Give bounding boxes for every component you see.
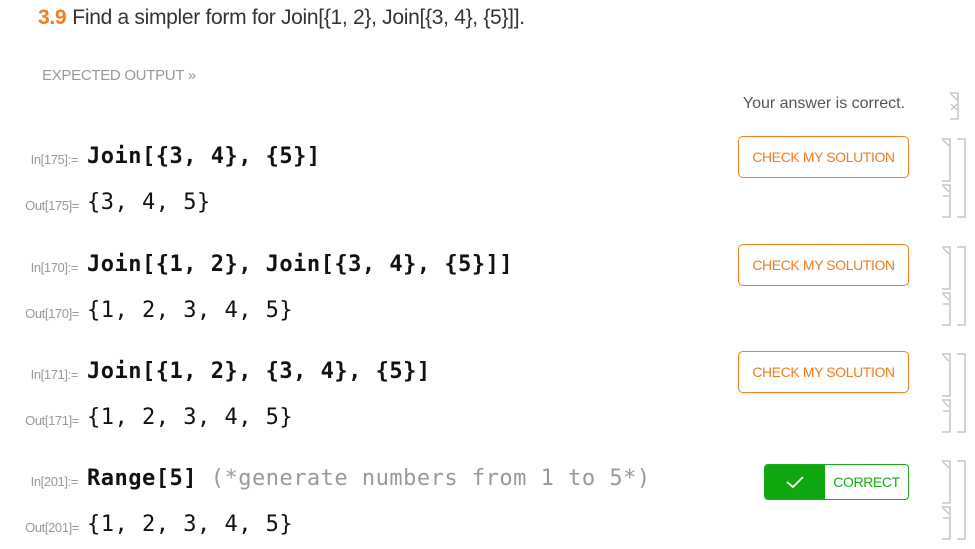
input-label: In[175]:=	[30, 152, 79, 167]
input-code[interactable]: Join[{3, 4}, {5}]	[87, 144, 321, 169]
check-my-solution-button[interactable]: CHECK MY SOLUTION	[738, 351, 909, 393]
checkmark-icon	[765, 465, 825, 499]
input-code[interactable]: Range[5] (*generate numbers from 1 to 5*…	[87, 466, 651, 491]
output-value: {1, 2, 3, 4, 5}	[87, 512, 294, 537]
input-cell-bracket[interactable]	[940, 353, 952, 397]
input-code[interactable]: Join[{1, 2}, {3, 4}, {5}]	[87, 359, 431, 384]
close-cell-icon[interactable]	[948, 92, 960, 120]
input-label: In[170]:=	[30, 260, 79, 275]
input-cell-bracket[interactable]	[940, 246, 952, 290]
input-expression: Join[{3, 4}, {5}]	[87, 144, 321, 169]
check-my-solution-button[interactable]: CHECK MY SOLUTION	[738, 136, 909, 178]
correct-badge-button[interactable]: CORRECT	[764, 464, 909, 500]
input-label: In[201]:=	[30, 474, 79, 489]
group-cell-bracket[interactable]	[955, 246, 967, 326]
notebook-cell: In[175]:= Join[{3, 4}, {5}] Out[175]= {3…	[0, 134, 975, 224]
output-value: {1, 2, 3, 4, 5}	[87, 298, 294, 323]
expected-output-link[interactable]: EXPECTED OUTPUT »	[42, 67, 196, 84]
output-label: Out[170]=	[25, 306, 79, 321]
group-cell-bracket[interactable]	[955, 138, 967, 218]
exercise-title: 3.9 Find a simpler form for Join[{1, 2}, …	[38, 6, 525, 30]
output-value: {1, 2, 3, 4, 5}	[87, 405, 294, 430]
status-message: Your answer is correct.	[742, 95, 905, 112]
notebook-cell: In[201]:= Range[5] (*generate numbers fr…	[0, 456, 975, 546]
input-label: In[171]:=	[30, 367, 79, 382]
notebook-cell: In[171]:= Join[{1, 2}, {3, 4}, {5}] Out[…	[0, 349, 975, 439]
input-cell-bracket[interactable]	[940, 460, 952, 504]
output-cell-bracket[interactable]	[940, 399, 952, 433]
input-code[interactable]: Join[{1, 2}, Join[{3, 4}, {5}]]	[87, 252, 513, 277]
output-cell-bracket[interactable]	[940, 292, 952, 326]
input-comment: (*generate numbers from 1 to 5*)	[210, 466, 651, 491]
output-label: Out[171]=	[25, 413, 79, 428]
correct-label: CORRECT	[833, 474, 900, 490]
notebook-cell: In[170]:= Join[{1, 2}, Join[{3, 4}, {5}]…	[0, 242, 975, 332]
group-cell-bracket[interactable]	[955, 353, 967, 433]
input-expression: Range[5]	[87, 466, 211, 491]
input-cell-bracket[interactable]	[940, 138, 952, 182]
group-cell-bracket[interactable]	[955, 460, 967, 540]
output-label: Out[201]=	[25, 520, 79, 535]
output-label: Out[175]=	[25, 198, 79, 213]
output-cell-bracket[interactable]	[940, 184, 952, 218]
output-cell-bracket[interactable]	[940, 506, 952, 540]
input-expression: Join[{1, 2}, Join[{3, 4}, {5}]]	[87, 252, 514, 277]
input-expression: Join[{1, 2}, {3, 4}, {5}]	[87, 359, 431, 384]
output-value: {3, 4, 5}	[87, 190, 211, 215]
exercise-number: 3.9	[38, 6, 67, 29]
check-my-solution-button[interactable]: CHECK MY SOLUTION	[738, 244, 909, 286]
exercise-prompt: Find a simpler form for Join[{1, 2}, Joi…	[72, 6, 525, 29]
